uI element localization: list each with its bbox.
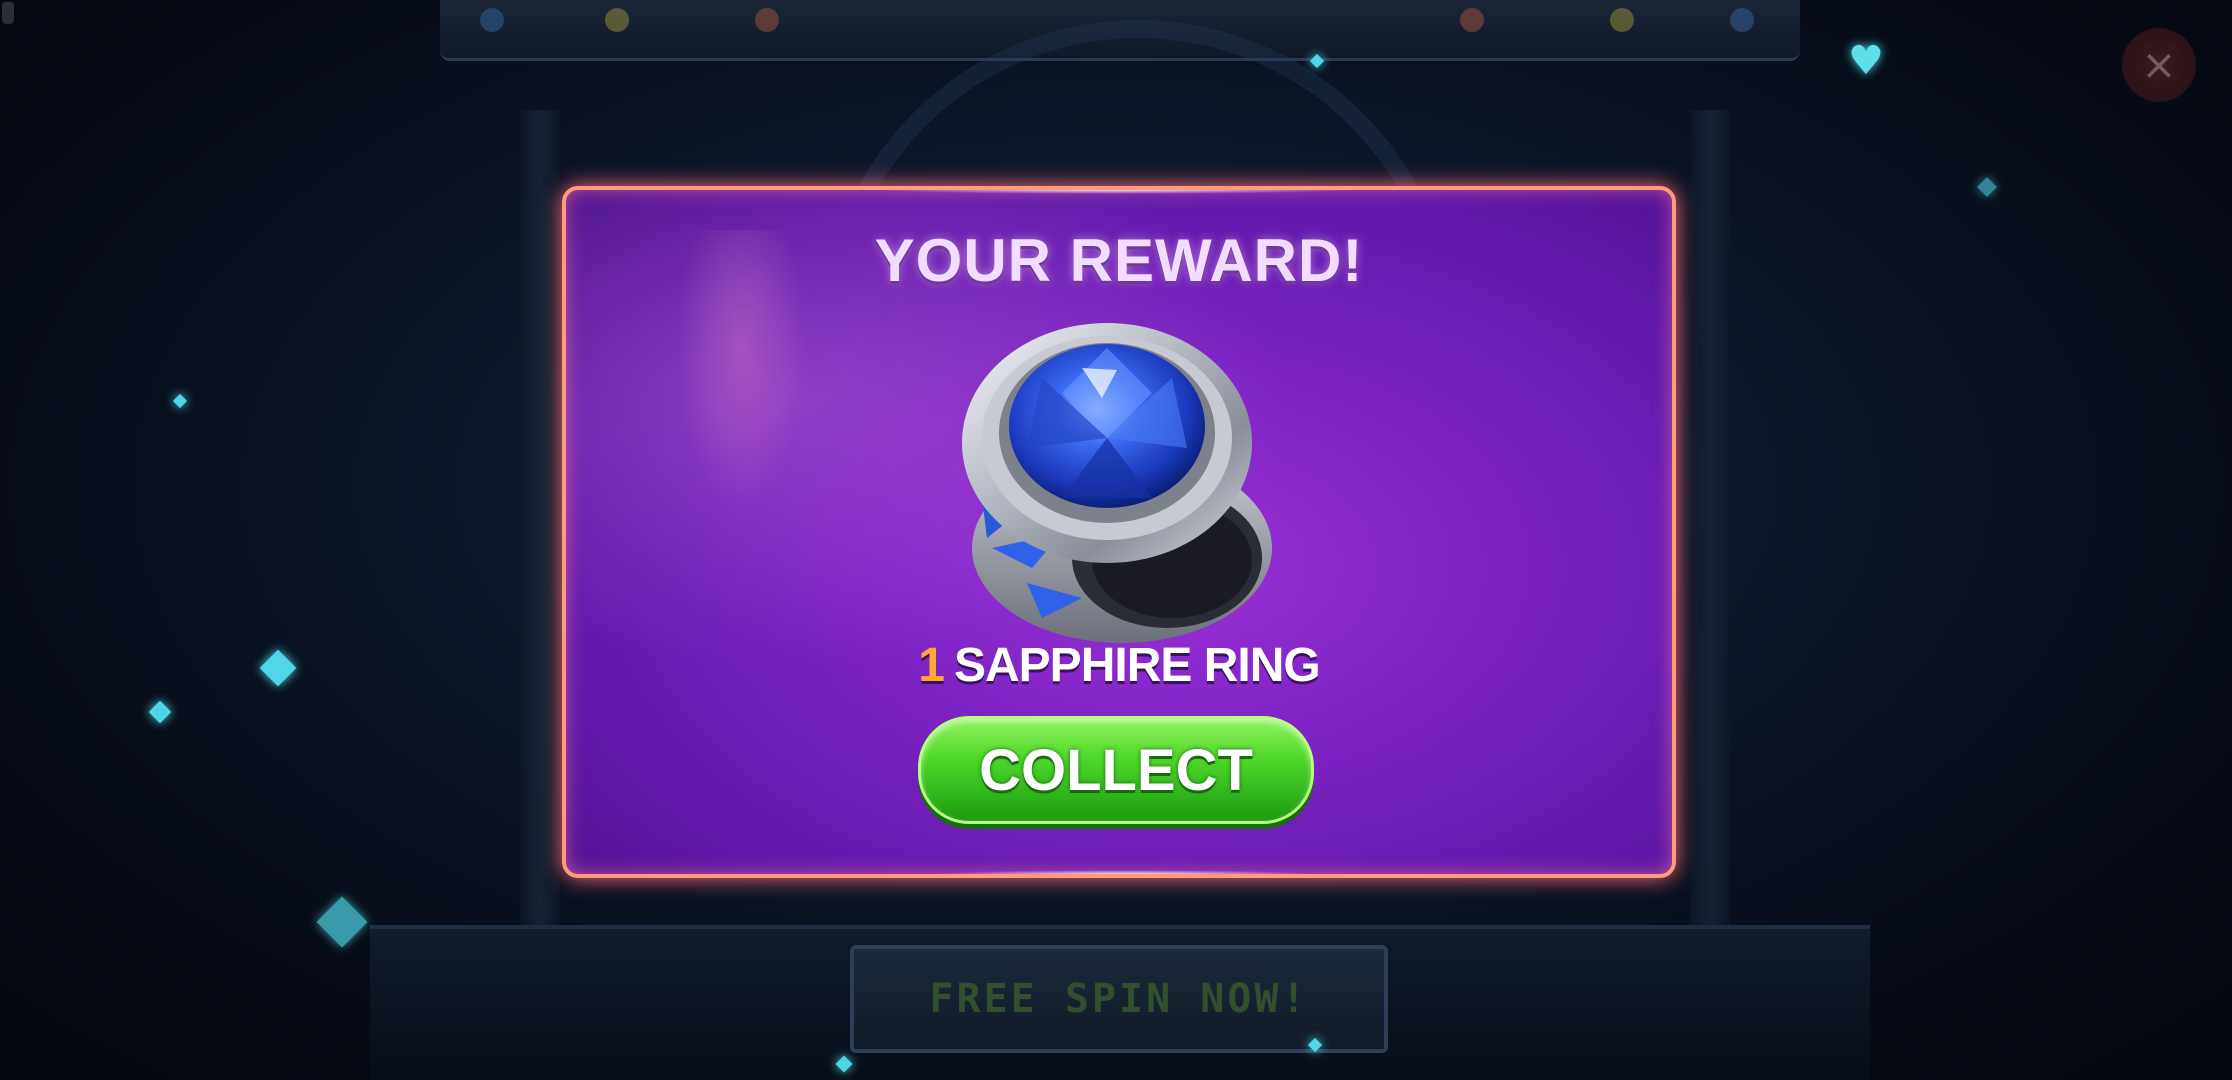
collect-button-label: COLLECT	[979, 737, 1253, 803]
dialog-title: YOUR REWARD!	[874, 227, 1364, 294]
reward-quantity: 1	[918, 639, 945, 692]
reward-label: 1 SAPPHIRE RING	[566, 638, 1672, 693]
machine-pillar-right	[1690, 110, 1730, 1050]
reward-dialog: YOUR REWARD! 1 SAPPHIRE RING COLLECT	[562, 186, 1676, 878]
sparkle-icon	[172, 393, 188, 409]
sapphire-ring-icon	[962, 323, 1272, 643]
close-button[interactable]: ×	[2122, 28, 2196, 102]
status-indicator	[2, 2, 14, 24]
dialog-glow	[866, 190, 1366, 194]
free-spin-text: FREE SPIN NOW!	[929, 976, 1309, 1022]
sparkle-icon	[316, 896, 368, 948]
machine-pillar-left	[520, 110, 560, 1050]
sparkle-icon	[148, 700, 172, 724]
top-gem	[1460, 8, 1484, 32]
dialog-glow	[926, 870, 1326, 874]
top-gem	[480, 8, 504, 32]
reward-name: SAPPHIRE RING	[953, 639, 1321, 692]
free-spin-plaque: FREE SPIN NOW!	[850, 945, 1388, 1053]
heart-suit-icon: ♥	[1848, 38, 1884, 84]
top-gem	[755, 8, 779, 32]
sparkle-icon	[259, 649, 297, 687]
close-icon: ×	[2141, 40, 2177, 89]
top-gem	[1610, 8, 1634, 32]
top-gem	[1730, 8, 1754, 32]
top-gem	[605, 8, 629, 32]
game-screen: FREE SPIN NOW! ♥ × YOUR REWARD! 1 SAPPHI…	[0, 0, 2232, 1080]
collect-button[interactable]: COLLECT	[918, 716, 1314, 824]
sparkle-icon	[1977, 177, 1997, 197]
